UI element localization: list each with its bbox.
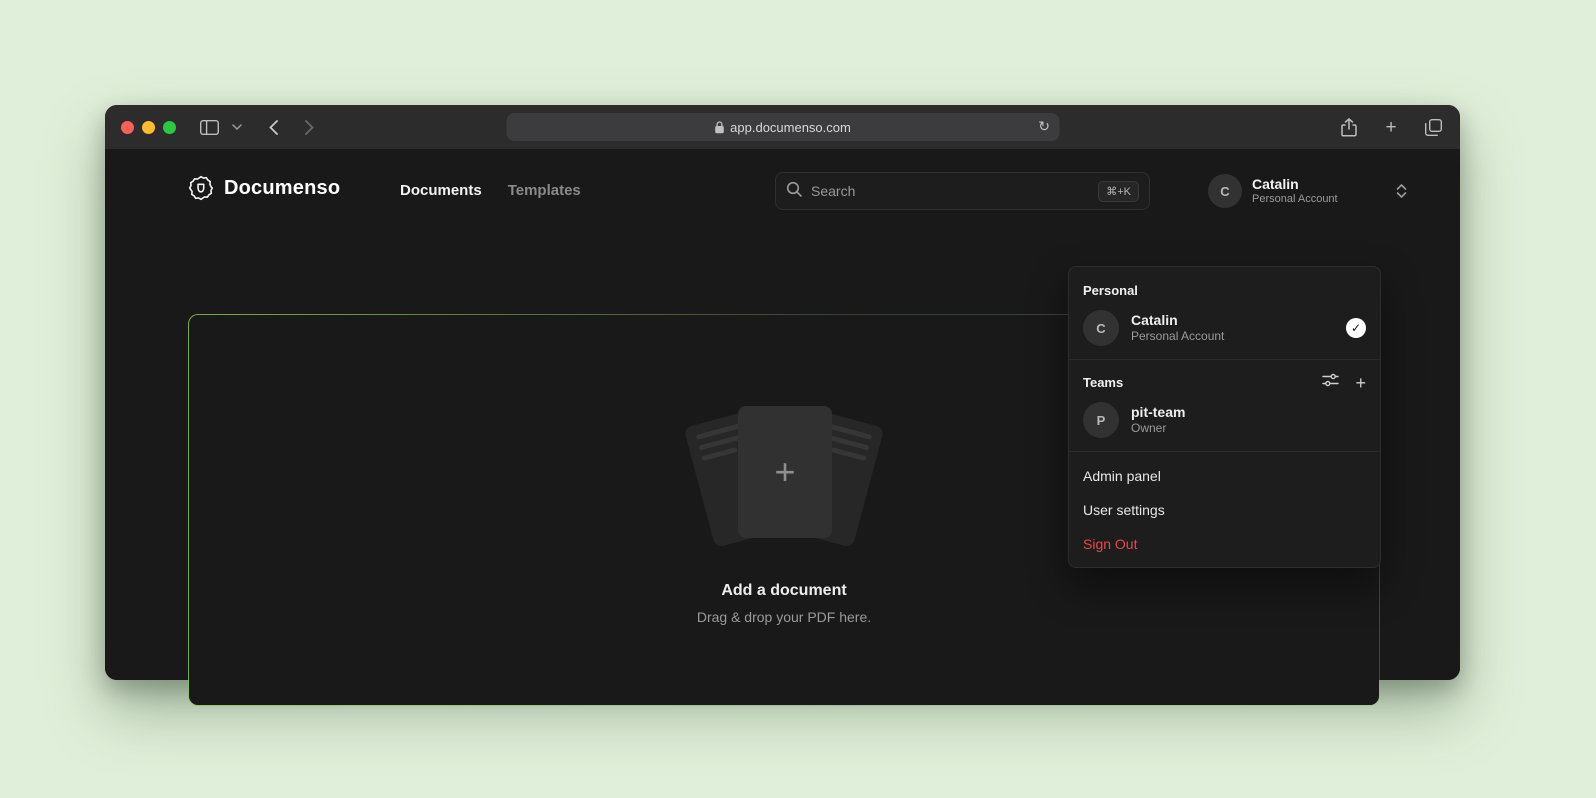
nav-templates[interactable]: Templates (508, 182, 581, 199)
fullscreen-window-button[interactable] (163, 121, 176, 134)
team-role: Owner (1131, 421, 1185, 436)
search-shortcut-badge: ⌘+K (1098, 181, 1139, 202)
menu-item-admin-panel[interactable]: Admin panel (1069, 459, 1380, 493)
close-window-button[interactable] (121, 121, 134, 134)
browser-window: app.documenso.com ↻ + Documenso (105, 105, 1460, 680)
sidebar-toggle-icon[interactable] (198, 116, 220, 138)
dropzone-title: Add a document (721, 582, 846, 600)
chevron-up-down-icon (1396, 183, 1407, 199)
account-dropdown-menu: Personal C Catalin Personal Account ✓ Te… (1068, 266, 1381, 568)
address-bar[interactable]: app.documenso.com ↻ (506, 113, 1059, 141)
teams-section-label: Teams (1083, 375, 1123, 390)
illustration-card-center: + (738, 406, 832, 538)
new-tab-icon[interactable]: + (1380, 116, 1402, 138)
account-name: Catalin (1252, 176, 1338, 193)
personal-account-item[interactable]: C Catalin Personal Account ✓ (1069, 304, 1380, 352)
menu-divider (1069, 359, 1380, 360)
teams-section-header: Teams + (1069, 367, 1380, 396)
browser-titlebar: app.documenso.com ↻ + (105, 105, 1460, 149)
share-icon[interactable] (1338, 116, 1360, 138)
personal-account-subtitle: Personal Account (1131, 329, 1224, 344)
manage-teams-icon[interactable] (1322, 373, 1339, 392)
check-icon: ✓ (1346, 318, 1366, 338)
nav-documents[interactable]: Documents (400, 182, 482, 199)
traffic-lights (105, 121, 176, 134)
search-icon (786, 181, 802, 202)
minimize-window-button[interactable] (142, 121, 155, 134)
account-subtitle: Personal Account (1252, 193, 1338, 206)
menu-item-sign-out[interactable]: Sign Out (1069, 527, 1380, 561)
titlebar-left-controls (198, 116, 320, 138)
main-nav: Documents Templates (400, 182, 581, 199)
personal-account-name: Catalin (1131, 312, 1224, 330)
forward-button-icon[interactable] (298, 116, 320, 138)
avatar: C (1083, 310, 1119, 346)
search-input[interactable] (811, 183, 1098, 199)
desktop-background: app.documenso.com ↻ + Documenso (0, 0, 1596, 798)
menu-item-user-settings[interactable]: User settings (1069, 493, 1380, 527)
url-text: app.documenso.com (730, 120, 851, 135)
dropzone-subtitle: Drag & drop your PDF here. (697, 609, 871, 625)
plus-icon: + (774, 454, 795, 490)
search-box[interactable]: ⌘+K (775, 172, 1150, 210)
refresh-icon[interactable]: ↻ (1038, 118, 1050, 135)
account-menu-button[interactable]: C Catalin Personal Account (1208, 174, 1407, 208)
lock-icon (714, 121, 724, 134)
avatar: P (1083, 402, 1119, 438)
brand[interactable]: Documenso (188, 175, 340, 201)
menu-divider (1069, 451, 1380, 452)
tab-overview-icon[interactable] (1422, 116, 1444, 138)
titlebar-right-controls: + (1338, 105, 1444, 149)
avatar: C (1208, 174, 1242, 208)
personal-section-label: Personal (1069, 275, 1380, 304)
documenso-logo-icon (188, 175, 214, 201)
brand-name: Documenso (224, 177, 340, 200)
team-name: pit-team (1131, 404, 1185, 422)
app-content: Documenso Documents Templates ⌘+K C Cata… (105, 149, 1460, 680)
team-item[interactable]: P pit-team Owner (1069, 396, 1380, 444)
back-button-icon[interactable] (262, 116, 284, 138)
documents-illustration: + (674, 396, 894, 556)
chevron-down-icon[interactable] (226, 116, 248, 138)
create-team-icon[interactable]: + (1355, 374, 1366, 392)
